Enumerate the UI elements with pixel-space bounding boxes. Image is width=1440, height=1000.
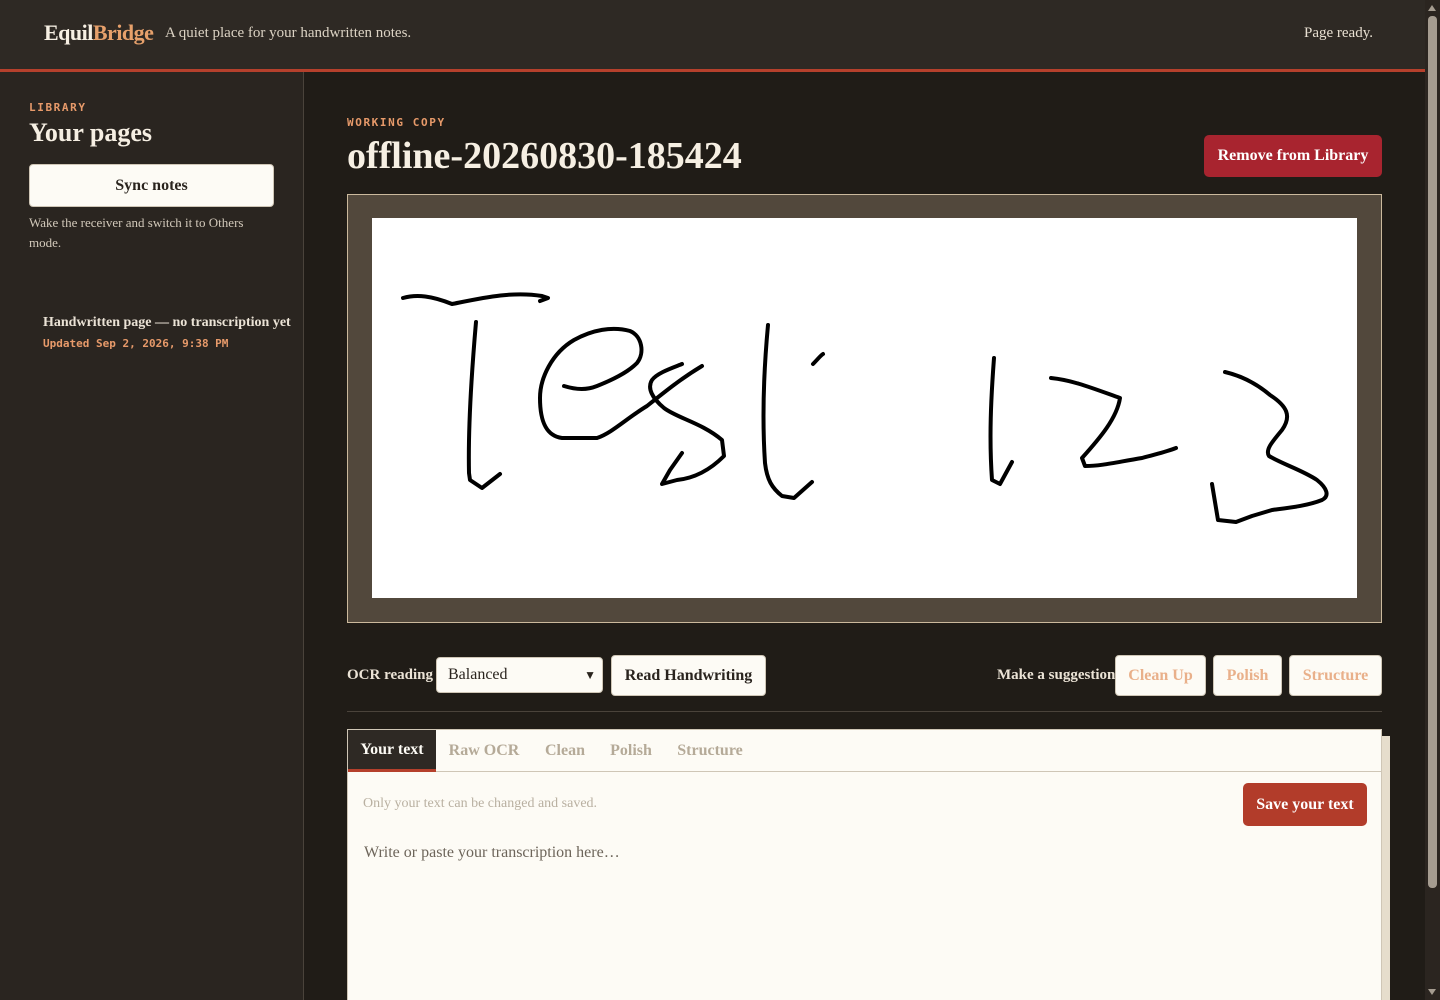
clean-up-button[interactable]: Clean Up: [1115, 655, 1206, 696]
stroke-three: [1210, 370, 1329, 524]
structure-button[interactable]: Structure: [1289, 655, 1382, 696]
scroll-up-icon[interactable]: [1428, 5, 1436, 11]
stroke-two: [1049, 376, 1178, 468]
status-message: Page ready.: [1304, 25, 1373, 41]
scroll-down-icon[interactable]: [1428, 989, 1436, 995]
stroke-t2-stem: [761, 323, 814, 500]
ocr-label: OCR reading: [347, 667, 433, 683]
stroke-e: [538, 326, 704, 440]
read-handwriting-button[interactable]: Read Handwriting: [611, 655, 766, 696]
brand-name-part1: Equil: [44, 20, 93, 45]
sidebar-page-item[interactable]: Handwritten page — no transcription yet …: [43, 315, 293, 350]
chevron-down-icon: ▼: [584, 668, 596, 682]
stroke-s: [648, 362, 726, 486]
sidebar: LIBRARY Your pages Sync notes Wake the r…: [0, 72, 304, 1000]
page-title: offline-20260830-185424: [347, 135, 742, 177]
main-eyebrow: WORKING COPY: [347, 116, 446, 129]
tagline: A quiet place for your handwritten notes…: [165, 25, 412, 41]
handwriting-canvas: [372, 218, 1357, 598]
stroke-t2-mark: [811, 352, 825, 366]
ocr-mode-value: Balanced: [448, 666, 508, 683]
editor-tabs: Your text Raw OCR Clean Polish Structure: [348, 730, 1381, 772]
sidebar-title: Your pages: [29, 118, 153, 147]
stroke-one: [988, 356, 1014, 486]
tab-structure[interactable]: Structure: [672, 730, 748, 772]
transcription-textarea[interactable]: [349, 832, 1380, 1000]
tab-polish[interactable]: Polish: [607, 730, 655, 772]
editor-note: Only your text can be changed and saved.: [363, 796, 598, 811]
page-item-updated: Updated Sep 2, 2026, 9:38 PM: [43, 337, 229, 350]
handwriting-canvas-frame: [347, 194, 1382, 623]
sync-notes-button[interactable]: Sync notes: [29, 164, 274, 207]
remove-from-library-button[interactable]: Remove from Library: [1204, 135, 1382, 177]
polish-button[interactable]: Polish: [1213, 655, 1282, 696]
sidebar-eyebrow: LIBRARY: [29, 101, 87, 114]
stroke-t-bar: [401, 292, 550, 306]
tab-raw-ocr[interactable]: Raw OCR: [446, 730, 522, 772]
tab-clean[interactable]: Clean: [540, 730, 590, 772]
sync-hint: Wake the receiver and switch it to Other…: [29, 215, 244, 250]
ocr-mode-select[interactable]: Balanced ▼: [436, 657, 603, 693]
save-text-button[interactable]: Save your text: [1243, 783, 1367, 826]
text-editor: Your text Raw OCR Clean Polish Structure…: [347, 729, 1382, 1000]
handwriting-strokes: [401, 292, 1329, 524]
page-item-title: Handwritten page — no transcription yet: [43, 315, 291, 330]
brand-name-part2: Bridge: [92, 20, 154, 45]
tab-your-text[interactable]: Your text: [348, 730, 436, 772]
editor-edge: [1382, 736, 1390, 1000]
suggest-label: Make a suggestion: [997, 667, 1116, 683]
page-scrollbar[interactable]: [1425, 0, 1440, 1000]
toolbar-divider: [347, 711, 1382, 712]
scrollbar-thumb[interactable]: [1428, 16, 1437, 888]
brand-logo[interactable]: EquilBridge: [44, 20, 154, 46]
stroke-t-stem: [466, 320, 502, 490]
app-header: EquilBridge A quiet place for your handw…: [0, 0, 1425, 72]
